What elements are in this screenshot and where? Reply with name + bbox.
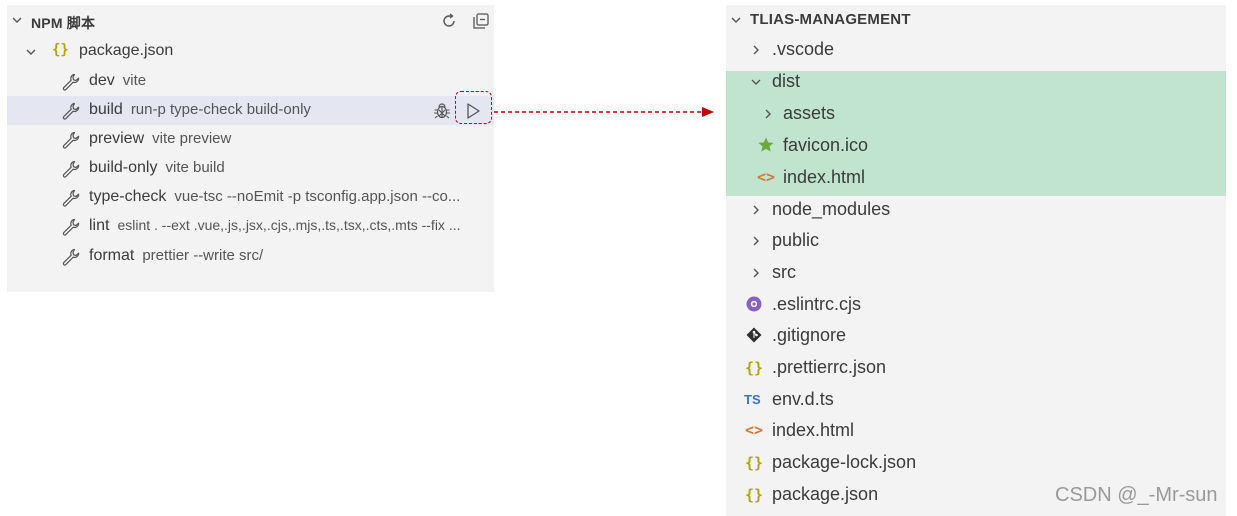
script-command: run-p type-check build-only — [130, 101, 311, 118]
json-file-icon: {} — [745, 486, 764, 504]
script-build[interactable]: build run-p type-check build-only — [7, 96, 494, 125]
script-dev[interactable]: dev vite — [7, 67, 494, 96]
tree-item-dist[interactable]: dist — [726, 67, 1226, 97]
script-command: vue-tsc --noEmit -p tsconfig.app.json --… — [174, 188, 461, 205]
tree-item-gitignore[interactable]: .gitignore — [726, 321, 1226, 351]
explorer-panel: TLIAS-MANAGEMENT .vscode dist assets fav… — [726, 5, 1226, 516]
wrench-icon — [62, 73, 80, 91]
tree-item-label: node_modules — [772, 199, 891, 219]
chevron-right-icon[interactable] — [750, 44, 762, 56]
collapse-all-icon[interactable] — [472, 12, 490, 30]
chevron-down-icon[interactable] — [11, 14, 23, 26]
script-name: build-only — [89, 159, 158, 176]
tree-item-label: package.json — [772, 484, 879, 504]
wrench-icon — [62, 189, 80, 207]
npm-scripts-header[interactable]: NPM 脚本 — [7, 5, 494, 35]
tree-item-label: public — [772, 230, 820, 250]
tree-item-label: .vscode — [772, 39, 835, 59]
script-build-only[interactable]: build-only vite build — [7, 154, 494, 183]
wrench-icon — [62, 131, 80, 149]
tree-item-prettierrc[interactable]: {} .prettierrc.json — [726, 353, 1226, 383]
watermark: CSDN @_-Mr-sun — [1055, 484, 1218, 506]
package-json-node[interactable]: {} package.json — [7, 37, 494, 66]
tree-item-label: dist — [772, 71, 801, 91]
wrench-icon — [62, 160, 80, 178]
tree-item-label: env.d.ts — [772, 389, 834, 409]
star-icon — [758, 137, 774, 152]
script-preview[interactable]: preview vite preview — [7, 125, 494, 154]
chevron-down-icon[interactable] — [25, 46, 37, 58]
debug-icon[interactable] — [432, 101, 452, 121]
tree-item-dist-index-html[interactable]: <> index.html — [726, 163, 1226, 193]
tree-item-label: assets — [783, 103, 836, 123]
script-name: build — [89, 101, 123, 118]
wrench-icon — [62, 102, 80, 120]
script-command: vite build — [165, 159, 225, 176]
refresh-icon[interactable] — [440, 12, 458, 30]
wrench-icon — [62, 218, 80, 236]
tree-item-label: .eslintrc.cjs — [772, 294, 862, 314]
json-file-icon: {} — [745, 454, 764, 472]
chevron-right-icon[interactable] — [750, 235, 762, 247]
tree-item-assets[interactable]: assets — [726, 99, 1226, 129]
script-command: vite preview — [152, 130, 232, 147]
tree-item-env-d-ts[interactable]: TS env.d.ts — [726, 385, 1226, 415]
run-button-highlight-box — [455, 91, 492, 124]
chevron-right-icon[interactable] — [750, 267, 762, 279]
json-file-icon: {} — [745, 359, 764, 377]
script-command: prettier --write src/ — [142, 247, 264, 264]
git-icon — [746, 327, 762, 343]
tree-item-public[interactable]: public — [726, 226, 1226, 256]
package-json-label: package.json — [79, 42, 174, 59]
script-format[interactable]: format prettier --write src/ — [7, 242, 494, 271]
html-file-icon: <> — [757, 168, 776, 186]
tree-item-label: index.html — [772, 420, 855, 440]
script-type-check[interactable]: type-check vue-tsc --noEmit -p tsconfig.a… — [7, 183, 494, 212]
html-file-icon: <> — [745, 421, 764, 439]
script-command: vite — [122, 72, 147, 89]
npm-scripts-panel: NPM 脚本 {} package.json dev vite build run-… — [7, 5, 494, 292]
eslint-icon — [746, 296, 762, 312]
tree-item-index-html[interactable]: <> index.html — [726, 416, 1226, 446]
chevron-down-icon[interactable] — [730, 14, 742, 26]
tree-item-src[interactable]: src — [726, 258, 1226, 288]
tree-item-node-modules[interactable]: node_modules — [726, 195, 1226, 225]
tree-item-vscode[interactable]: .vscode — [726, 35, 1226, 65]
tree-item-label: src — [772, 262, 796, 282]
script-name: lint — [89, 217, 110, 234]
json-file-icon: {} — [52, 42, 69, 58]
chevron-right-icon[interactable] — [750, 204, 762, 216]
script-name: format — [89, 247, 135, 264]
typescript-file-icon: TS — [744, 392, 761, 407]
tree-item-favicon[interactable]: favicon.ico — [726, 131, 1226, 161]
tree-item-label: package-lock.json — [772, 452, 917, 472]
chevron-down-icon[interactable] — [750, 76, 762, 88]
chevron-right-icon[interactable] — [762, 108, 774, 120]
script-name: dev — [89, 72, 115, 89]
tree-item-label: index.html — [783, 167, 866, 187]
tree-item-eslintrc[interactable]: .eslintrc.cjs — [726, 290, 1226, 320]
tree-item-label: favicon.ico — [783, 135, 869, 155]
dashed-arrow — [494, 107, 714, 117]
tree-item-label: .prettierrc.json — [772, 357, 887, 377]
script-name: type-check — [89, 188, 167, 205]
tree-item-package-lock[interactable]: {} package-lock.json — [726, 448, 1226, 478]
wrench-icon — [62, 248, 80, 266]
script-name: preview — [89, 130, 145, 147]
tree-item-label: .gitignore — [772, 325, 847, 345]
npm-scripts-title: NPM 脚本 — [31, 15, 96, 31]
script-lint[interactable]: lint eslint . --ext .vue,.js,.jsx,.cjs,.m… — [7, 212, 494, 241]
script-command: eslint . --ext .vue,.js,.jsx,.cjs,.mjs,.… — [117, 217, 461, 233]
explorer-title: TLIAS-MANAGEMENT — [750, 11, 911, 28]
